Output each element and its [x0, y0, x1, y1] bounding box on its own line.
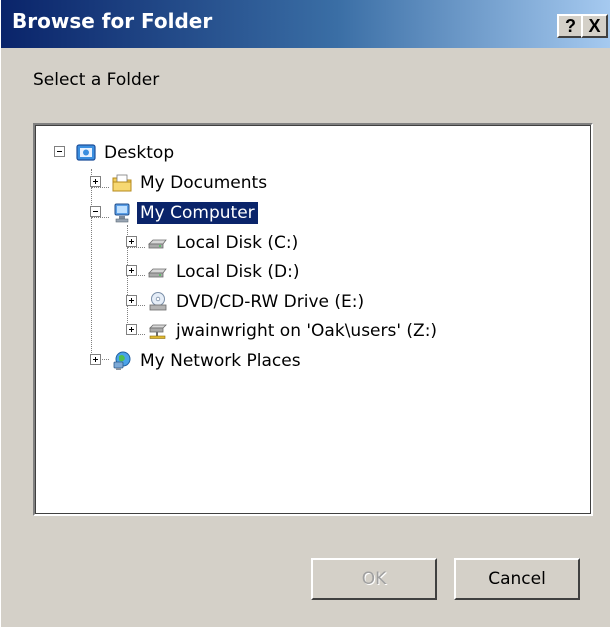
ok-button[interactable]: OK	[311, 558, 437, 600]
expand-toggle[interactable]	[90, 354, 101, 365]
computer-icon	[111, 202, 133, 224]
tree-node-my-network-places[interactable]: My Network Places	[111, 347, 304, 375]
tree-node-label: Local Disk (D:)	[176, 262, 300, 282]
tree-node-label: My Computer	[137, 202, 258, 224]
network-drive-icon	[147, 320, 169, 342]
tree-node-label: DVD/CD-RW Drive (E:)	[176, 292, 365, 312]
help-icon: ?	[565, 15, 576, 36]
tree-node-dvd-drive-e[interactable]: DVD/CD-RW Drive (E:)	[147, 288, 367, 316]
desktop-icon	[75, 142, 97, 164]
tree-connector	[127, 247, 145, 248]
optical-drive-icon	[147, 291, 169, 313]
folder-documents-icon	[111, 172, 133, 194]
collapse-toggle[interactable]	[54, 146, 65, 157]
prompt-label: Select a Folder	[33, 70, 160, 90]
expand-toggle[interactable]	[126, 324, 137, 335]
tree-node-label: Local Disk (C:)	[176, 233, 299, 253]
tree-connector	[91, 169, 92, 359]
expand-toggle[interactable]	[126, 236, 137, 247]
tree-node-local-disk-d[interactable]: Local Disk (D:)	[147, 258, 302, 286]
tree-node-my-computer[interactable]: My Computer	[111, 199, 258, 227]
browse-for-folder-dialog: Browse for Folder ? X Select a Folder De…	[0, 0, 610, 627]
tree-connector	[91, 187, 109, 188]
tree-node-label: jwainwright on 'Oak\users' (Z:)	[176, 321, 438, 341]
tree-node-my-documents[interactable]: My Documents	[111, 169, 270, 197]
network-places-icon	[111, 350, 133, 372]
folder-tree[interactable]: Desktop My Documents My Computer Local D…	[33, 123, 593, 516]
expand-toggle[interactable]	[126, 265, 137, 276]
collapse-toggle[interactable]	[90, 206, 101, 217]
cancel-button[interactable]: Cancel	[454, 558, 580, 600]
window-title: Browse for Folder	[12, 9, 213, 33]
tree-connector	[91, 217, 109, 218]
tree-node-label: My Documents	[140, 173, 268, 193]
hard-disk-icon	[147, 232, 169, 254]
tree-node-label: Desktop	[104, 143, 175, 163]
help-button[interactable]: ?	[557, 14, 584, 38]
tree-node-label: My Network Places	[140, 351, 301, 371]
tree-node-local-disk-c[interactable]: Local Disk (C:)	[147, 229, 301, 257]
title-bar[interactable]: Browse for Folder ? X	[1, 0, 610, 48]
hard-disk-icon	[147, 261, 169, 283]
close-button[interactable]: X	[581, 14, 608, 38]
close-icon: X	[588, 15, 601, 36]
tree-node-desktop[interactable]: Desktop	[75, 139, 177, 167]
expand-toggle[interactable]	[126, 295, 137, 306]
tree-node-network-drive-z[interactable]: jwainwright on 'Oak\users' (Z:)	[147, 317, 440, 345]
expand-toggle[interactable]	[90, 176, 101, 187]
